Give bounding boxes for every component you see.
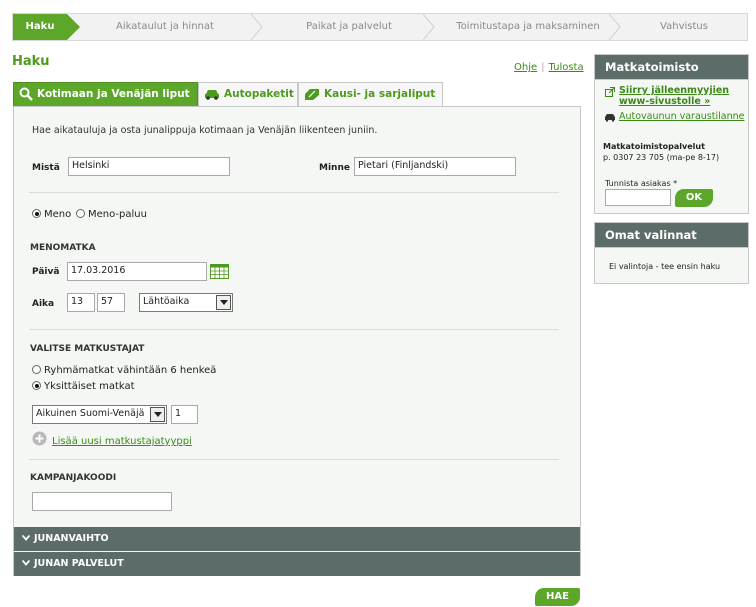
passenger-count-input[interactable]: 1: [171, 405, 198, 424]
chevron-down-icon: [216, 295, 231, 310]
step-separator-icon: [251, 14, 263, 40]
date-label: Päivä: [32, 267, 60, 277]
step-separator-icon: [609, 14, 621, 40]
intro-text: Hae aikatauluja ja osta junalippuja koti…: [32, 125, 378, 136]
car-icon: [205, 90, 219, 100]
help-link[interactable]: Ohje: [514, 62, 537, 73]
car-icon: [605, 114, 615, 122]
train-change-section[interactable]: JUNANVAIHTO: [14, 527, 580, 551]
top-links: Ohje | Tulosta: [514, 62, 584, 73]
search-button[interactable]: HAE: [535, 588, 580, 606]
step-delivery: Toimitustapa ja maksaminen: [435, 14, 621, 40]
step-confirmation: Vahvistus: [660, 21, 708, 32]
campaign-code-input[interactable]: [32, 492, 172, 511]
progress-steps: Haku Aikataulut ja hinnat Paikat ja palv…: [12, 13, 748, 41]
date-input[interactable]: 17.03.2016: [67, 262, 207, 281]
divider: [29, 192, 559, 193]
agency-services-title: Matkatoimistopalvelut: [603, 142, 705, 151]
identify-customer-label: Tunnista asiakas *: [605, 179, 678, 188]
minute-input[interactable]: 57: [97, 293, 125, 312]
outbound-heading: MENOMATKA: [30, 243, 96, 253]
plus-circle-icon: [32, 431, 47, 446]
divider: [29, 329, 559, 330]
train-services-section[interactable]: JUNAN PALVELUT: [14, 552, 580, 576]
external-link-icon: [605, 87, 615, 97]
chevron-down-icon: [150, 407, 165, 422]
add-passenger-type[interactable]: Lisää uusi matkustajatyyppi: [32, 431, 192, 449]
from-input[interactable]: Helsinki: [68, 157, 230, 176]
agency-title: Matkatoimisto: [595, 55, 748, 79]
passenger-type-select[interactable]: Aikuinen Suomi-Venäjä: [32, 405, 167, 424]
tab-season-tickets[interactable]: Kausi- ja sarjaliput: [298, 82, 443, 106]
print-link[interactable]: Tulosta: [549, 62, 584, 73]
my-choices-title: Omat valinnat: [595, 223, 748, 247]
radio-individual-travel[interactable]: Yksittäiset matkat: [32, 381, 135, 392]
my-choices-box: Omat valinnat Ei valintoja - tee ensin h…: [594, 222, 749, 284]
radio-return[interactable]: Meno-paluu: [76, 209, 147, 220]
time-label: Aika: [32, 299, 55, 309]
step-separator-icon: [423, 14, 435, 40]
ticket-icon: [305, 89, 319, 100]
search-panel: Hae aikatauluja ja osta junalippuja koti…: [13, 106, 581, 576]
calendar-icon[interactable]: [210, 264, 229, 279]
chevron-down-icon: [21, 527, 31, 551]
page-title: Haku: [12, 54, 50, 69]
tab-domestic-russia[interactable]: Kotimaan ja Venäjän liput: [13, 82, 198, 106]
identify-customer-input[interactable]: [605, 189, 671, 206]
hour-input[interactable]: 13: [67, 293, 95, 312]
my-choices-empty: Ei valintoja - tee ensin haku: [609, 262, 721, 271]
step-timetables: Aikataulut ja hinnat: [67, 14, 263, 40]
radio-group-travel[interactable]: Ryhmämatkat vähintään 6 henkeä: [32, 365, 216, 376]
campaign-heading: KAMPANJAKOODI: [30, 473, 117, 483]
search-icon: [19, 87, 33, 101]
agency-services-phone: p. 0307 23 705 (ma-pe 8-17): [603, 153, 720, 162]
add-passenger-type-link[interactable]: Lisää uusi matkustajatyyppi: [52, 436, 192, 447]
travellers-heading: VALITSE MATKUSTAJAT: [30, 344, 145, 354]
to-input[interactable]: Pietari (Finljandski): [354, 157, 516, 176]
reseller-link[interactable]: Siirry jälleenmyyjien www-sivustolle »: [619, 85, 729, 107]
ok-button[interactable]: OK: [675, 189, 713, 207]
radio-one-way[interactable]: Meno: [32, 209, 71, 220]
to-label: Minne: [319, 163, 350, 173]
tab-car-packages[interactable]: Autopaketit: [198, 82, 298, 106]
divider: [29, 459, 559, 460]
time-mode-select[interactable]: Lähtöaika: [139, 293, 233, 312]
step-search[interactable]: Haku: [13, 14, 80, 40]
car-carriage-link[interactable]: Autovaunun varaustilanne: [619, 111, 744, 122]
step-seats: Paikat ja palvelut: [263, 14, 435, 40]
from-label: Mistä: [32, 163, 60, 173]
chevron-down-icon: [21, 552, 31, 576]
agency-box: Matkatoimisto Siirry jälleenmyyjien www-s…: [594, 54, 749, 214]
